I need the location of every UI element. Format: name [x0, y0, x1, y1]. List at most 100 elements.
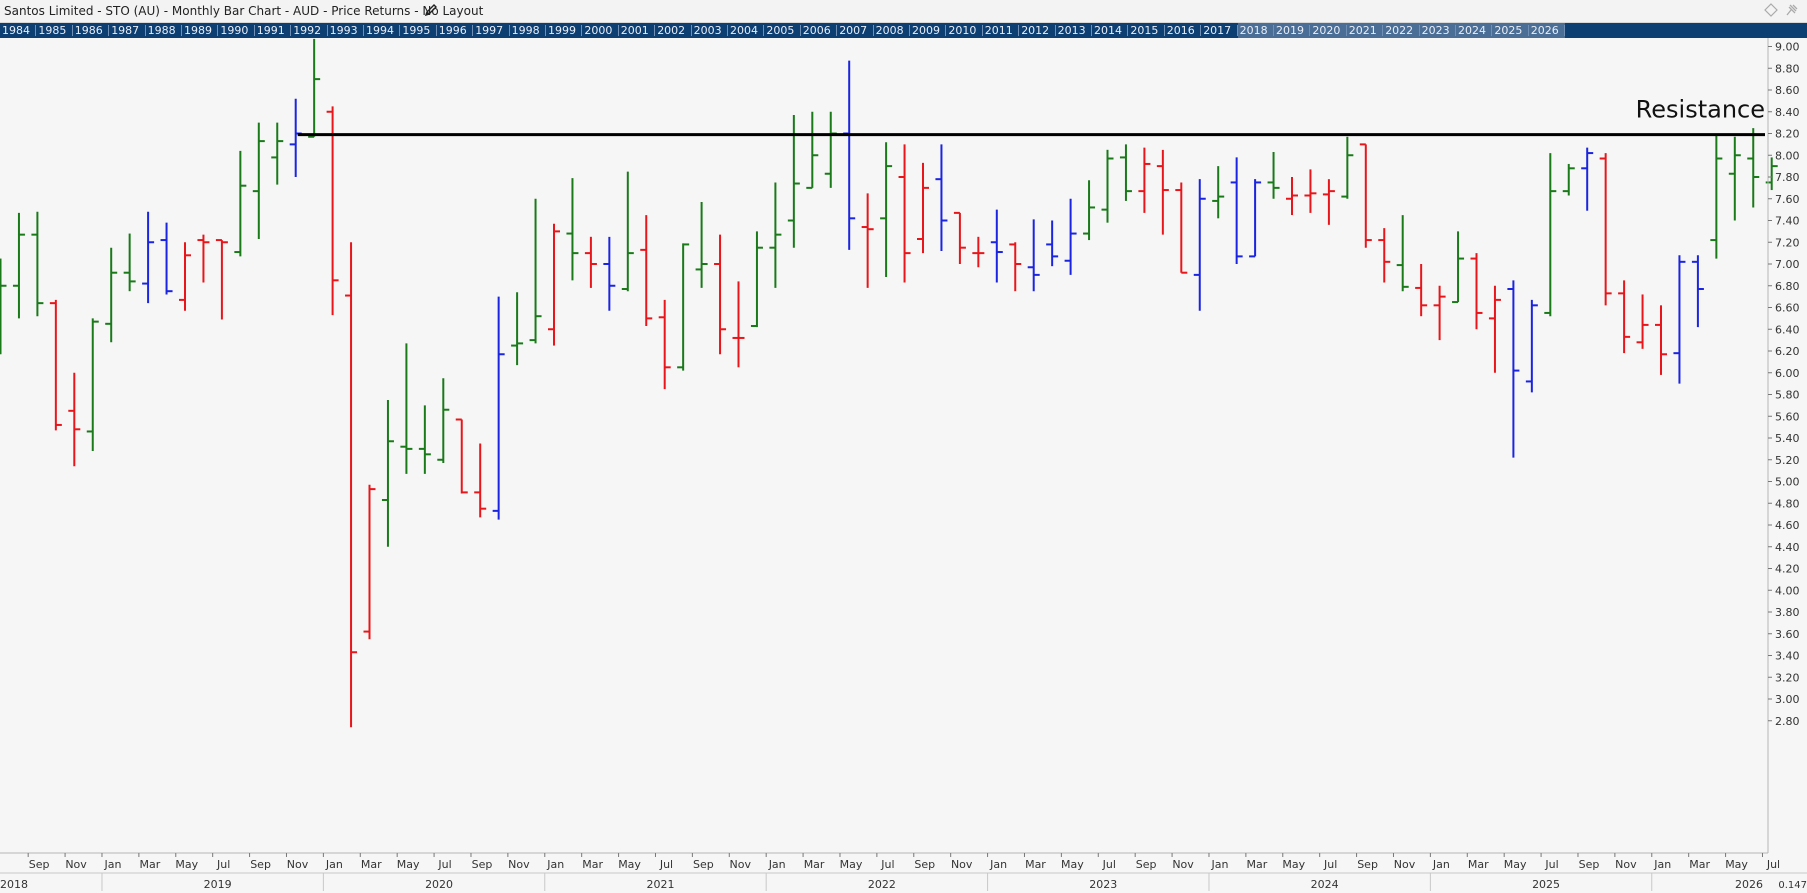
y-tick-label: 3.40	[1775, 650, 1800, 663]
year-strip-label[interactable]: 1997	[475, 23, 503, 38]
year-strip-divider	[981, 25, 983, 36]
year-strip-divider	[1127, 25, 1129, 36]
year-strip-label[interactable]: 2025	[1494, 23, 1522, 38]
title-bar: Santos Limited - STO (AU) - Monthly Bar …	[0, 0, 1807, 23]
x-month-label: Sep	[1579, 858, 1600, 871]
year-strip-label[interactable]: 1986	[75, 23, 103, 38]
year-strip-label[interactable]: 2026	[1531, 23, 1559, 38]
x-month-label: Mar	[804, 858, 825, 871]
year-strip-divider	[399, 25, 401, 36]
year-strip-label[interactable]: 1993	[330, 23, 358, 38]
year-strip-label[interactable]: 1988	[148, 23, 176, 38]
year-strip-label[interactable]: 2005	[766, 23, 794, 38]
x-month-label: Mar	[139, 858, 160, 871]
year-strip-label[interactable]: 1984	[2, 23, 30, 38]
x-month-label: Jul	[880, 858, 894, 871]
y-tick-label: 7.60	[1775, 193, 1800, 206]
year-strip-label[interactable]: 2000	[584, 23, 612, 38]
year-strip-label[interactable]: 2004	[730, 23, 758, 38]
pencil-icon[interactable]	[424, 3, 438, 17]
year-strip-divider	[435, 25, 437, 36]
year-strip-label[interactable]: 2013	[1058, 23, 1086, 38]
year-strip-label[interactable]: 2017	[1203, 23, 1231, 38]
year-navigator[interactable]: 1984 1985 1986 1987 1988 1989 1990 1991 1992 1993…	[0, 23, 1807, 38]
y-tick-label: 2.80	[1775, 715, 1800, 728]
year-strip-divider	[617, 25, 619, 36]
y-tick-label: 3.60	[1775, 628, 1800, 641]
x-month-label: Nov	[1394, 858, 1416, 871]
x-month-label: Jan	[546, 858, 564, 871]
year-strip-label[interactable]: 1994	[366, 23, 394, 38]
y-tick-label: 7.00	[1775, 258, 1800, 271]
x-month-label: Nov	[1615, 858, 1637, 871]
year-strip-label[interactable]: 2003	[694, 23, 722, 38]
year-strip-label[interactable]: 2016	[1167, 23, 1195, 38]
y-tick-label: 9.00	[1775, 41, 1800, 54]
x-month-label: Nov	[951, 858, 973, 871]
year-strip-label[interactable]: 1999	[548, 23, 576, 38]
x-month-label: Sep	[914, 858, 935, 871]
year-strip-label[interactable]: 1991	[257, 23, 285, 38]
x-year-label: 2022	[868, 878, 896, 891]
x-year-label: 2018	[0, 878, 28, 891]
year-strip-divider	[217, 25, 219, 36]
y-tick-label: 8.20	[1775, 128, 1800, 141]
year-strip-label[interactable]: 2011	[985, 23, 1013, 38]
x-month-label: Jan	[1210, 858, 1228, 871]
year-strip-label[interactable]: 1995	[402, 23, 430, 38]
year-strip-label[interactable]: 2015	[1130, 23, 1158, 38]
x-year-label: 2023	[1089, 878, 1117, 891]
x-month-label: Jan	[1432, 858, 1450, 871]
year-strip-divider	[35, 25, 37, 36]
year-strip-label[interactable]: 2020	[1312, 23, 1340, 38]
y-tick-label: 5.60	[1775, 410, 1800, 423]
year-strip-divider	[181, 25, 182, 36]
x-month-label: Mar	[1246, 858, 1267, 871]
year-strip-label[interactable]: 1985	[38, 23, 66, 38]
year-strip-divider	[1163, 25, 1165, 36]
diamond-icon[interactable]	[1764, 3, 1778, 17]
year-strip-label[interactable]: 2014	[1094, 23, 1122, 38]
year-strip-label[interactable]: 1989	[184, 23, 212, 38]
y-tick-label: 8.80	[1775, 62, 1800, 75]
year-strip-label[interactable]: 2024	[1458, 23, 1486, 38]
year-strip-label[interactable]: 1990	[220, 23, 248, 38]
year-strip-label[interactable]: 2006	[803, 23, 831, 38]
year-strip-label[interactable]: 1998	[512, 23, 540, 38]
year-strip-label[interactable]: 2018	[1240, 23, 1268, 38]
year-strip-label[interactable]: 1996	[439, 23, 467, 38]
year-strip-label[interactable]: 2019	[1276, 23, 1304, 38]
year-strip-label[interactable]: 2012	[1021, 23, 1049, 38]
year-strip-label[interactable]: 2002	[657, 23, 685, 38]
year-strip-label[interactable]: 1992	[293, 23, 321, 38]
x-month-label: Jan	[1653, 858, 1671, 871]
year-strip-label[interactable]: 2007	[839, 23, 867, 38]
x-year-label: 2019	[204, 878, 232, 891]
y-tick-label: 8.40	[1775, 106, 1800, 119]
year-strip-label[interactable]: 2023	[1422, 23, 1450, 38]
year-strip-divider	[1200, 25, 1202, 36]
y-tick-label: 6.60	[1775, 302, 1800, 315]
x-month-label: Mar	[361, 858, 382, 871]
y-tick-label: 3.80	[1775, 606, 1800, 619]
year-strip-divider	[1564, 25, 1566, 36]
y-tick-label: 5.20	[1775, 454, 1800, 467]
year-strip-label[interactable]: 2022	[1385, 23, 1413, 38]
year-strip-label[interactable]: 2021	[1349, 23, 1377, 38]
year-strip-label[interactable]: 2009	[912, 23, 940, 38]
plot-area	[0, 38, 1768, 853]
year-strip-divider	[144, 25, 146, 36]
year-strip-label[interactable]: 2008	[876, 23, 904, 38]
year-strip-divider	[363, 25, 364, 36]
year-strip-label[interactable]: 1987	[111, 23, 139, 38]
pin-icon[interactable]	[1785, 3, 1799, 17]
x-month-label: Nov	[508, 858, 530, 871]
year-strip-label[interactable]: 2001	[621, 23, 649, 38]
x-month-label: Jul	[1102, 858, 1116, 871]
x-year-label: 2025	[1532, 878, 1560, 891]
x-month-label: Jul	[1544, 858, 1558, 871]
x-year-label: 2026	[1735, 878, 1763, 891]
year-strip-divider	[545, 25, 546, 36]
year-strip-label[interactable]: 2010	[948, 23, 976, 38]
x-year-label: 2024	[1311, 878, 1339, 891]
